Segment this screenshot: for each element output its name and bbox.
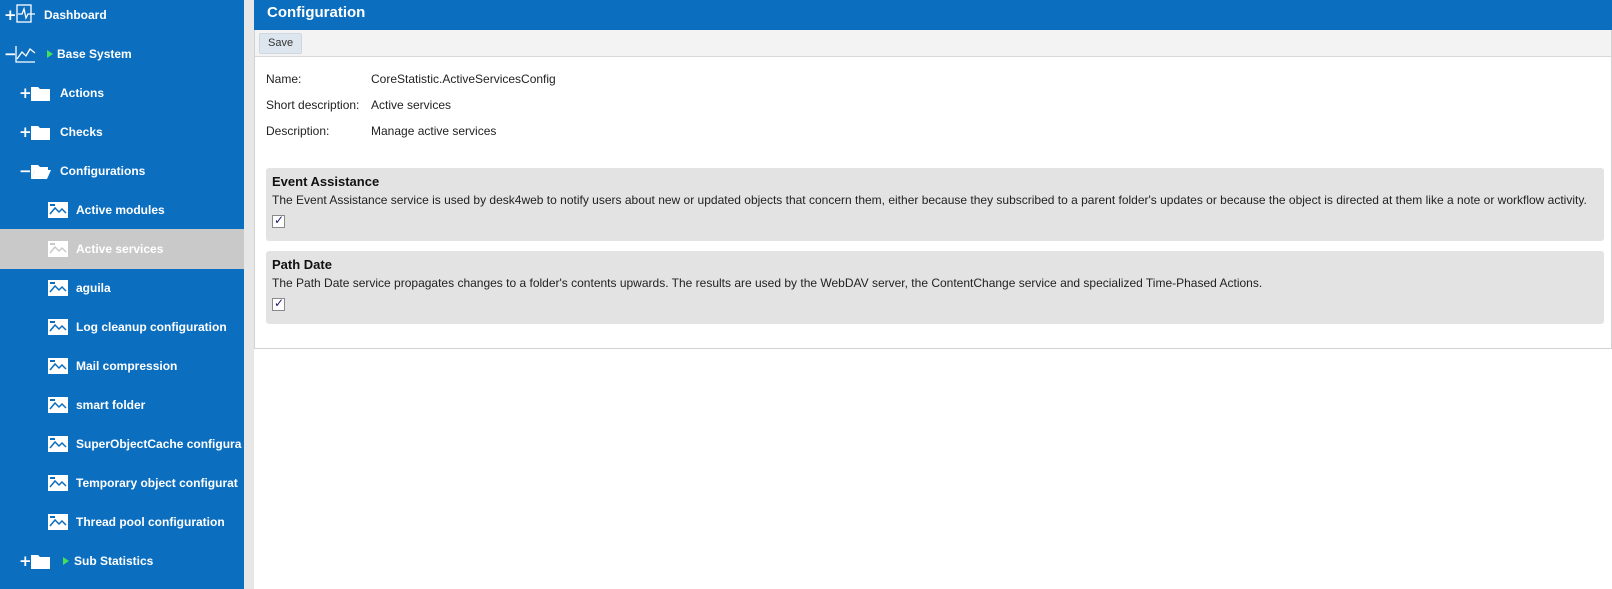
sidebar-splitter[interactable]: [244, 0, 254, 589]
short-description-label: Short description:: [266, 98, 360, 112]
config-icon: [48, 319, 68, 335]
config-icon: [48, 514, 68, 530]
config-icon: [48, 241, 68, 257]
sidebar-item-checks[interactable]: + Checks: [0, 112, 244, 152]
sidebar-item-thread-pool[interactable]: Thread pool configuration: [0, 502, 244, 542]
sidebar-item-configurations[interactable]: − Configurations: [0, 151, 244, 191]
sidebar-item-active-modules[interactable]: Active modules: [0, 190, 244, 230]
checkmark-icon: ✓: [274, 296, 285, 310]
service-title: Event Assistance: [272, 174, 380, 189]
folder-icon: [31, 126, 50, 140]
toolbar: Save: [255, 30, 1611, 57]
service-event-assistance: Event Assistance The Event Assistance se…: [266, 168, 1604, 241]
page-title: Configuration: [254, 0, 1612, 30]
sidebar-item-label: Sub Statistics: [74, 554, 154, 568]
checkmark-icon: ✓: [274, 213, 285, 227]
configuration-panel: Save Name: CoreStatistic.ActiveServicesC…: [254, 30, 1612, 349]
sidebar-item-label: Configurations: [60, 164, 146, 178]
main-content: Configuration Save Name: CoreStatistic.A…: [254, 0, 1612, 589]
save-button[interactable]: Save: [259, 33, 303, 54]
sidebar-item-label: Active services: [76, 242, 164, 256]
sidebar-item-superobjectcache[interactable]: SuperObjectCache configura: [0, 424, 244, 464]
sidebar-item-label: Dashboard: [44, 8, 107, 22]
sidebar-item-label: Thread pool configuration: [76, 515, 225, 529]
config-icon: [48, 202, 68, 218]
folder-icon: [31, 555, 50, 569]
folder-open-icon: [31, 165, 51, 179]
description-value: Manage active services: [371, 124, 497, 138]
service-description: The Path Date service propagates changes…: [272, 276, 1263, 290]
sidebar-item-label: smart folder: [76, 398, 146, 412]
sidebar-nav: + Dashboard − Base System + Actions + Ch…: [0, 0, 244, 589]
config-icon: [48, 397, 68, 413]
chart-line-icon: [15, 46, 36, 63]
sidebar-item-aguila[interactable]: aguila: [0, 268, 244, 308]
service-path-date: Path Date The Path Date service propagat…: [266, 251, 1604, 324]
sidebar-item-smart-folder[interactable]: smart folder: [0, 385, 244, 425]
sidebar-item-sub-statistics[interactable]: + Sub Statistics: [0, 541, 244, 581]
sidebar-item-label: Base System: [57, 47, 132, 61]
config-icon: [48, 436, 68, 452]
sidebar-item-dashboard[interactable]: + Dashboard: [0, 0, 244, 35]
sidebar-item-label: Checks: [60, 125, 103, 139]
sidebar-item-temporary-object[interactable]: Temporary object configurat: [0, 463, 244, 503]
sidebar-item-label: Active modules: [76, 203, 165, 217]
folder-icon: [31, 87, 50, 101]
sidebar-item-label: Mail compression: [76, 359, 178, 373]
description-label: Description:: [266, 124, 330, 138]
name-label: Name:: [266, 72, 302, 86]
sidebar-item-label: Log cleanup configuration: [76, 320, 227, 334]
play-arrow-icon: [63, 557, 69, 565]
service-title: Path Date: [272, 257, 332, 272]
sidebar-item-base-system[interactable]: − Base System: [0, 34, 244, 74]
sidebar-item-label: Temporary object configurat: [76, 476, 238, 490]
service-enabled-checkbox[interactable]: ✓: [272, 296, 285, 311]
config-icon: [48, 358, 68, 374]
play-arrow-icon: [47, 50, 53, 58]
sidebar-item-label: Actions: [60, 86, 105, 100]
name-value: CoreStatistic.ActiveServicesConfig: [371, 72, 556, 86]
sidebar-item-label: SuperObjectCache configura: [76, 437, 242, 451]
config-icon: [48, 280, 68, 296]
short-description-value: Active services: [371, 98, 452, 112]
dashboard-icon: [16, 4, 35, 23]
sidebar-item-actions[interactable]: + Actions: [0, 73, 244, 113]
sidebar-item-label: aguila: [76, 281, 111, 295]
sidebar-item-log-cleanup[interactable]: Log cleanup configuration: [0, 307, 244, 347]
config-icon: [48, 475, 68, 491]
sidebar-item-mail-compression[interactable]: Mail compression: [0, 346, 244, 386]
service-description: The Event Assistance service is used by …: [272, 193, 1587, 207]
service-enabled-checkbox[interactable]: ✓: [272, 213, 285, 228]
sidebar-item-active-services[interactable]: Active services: [0, 229, 244, 269]
